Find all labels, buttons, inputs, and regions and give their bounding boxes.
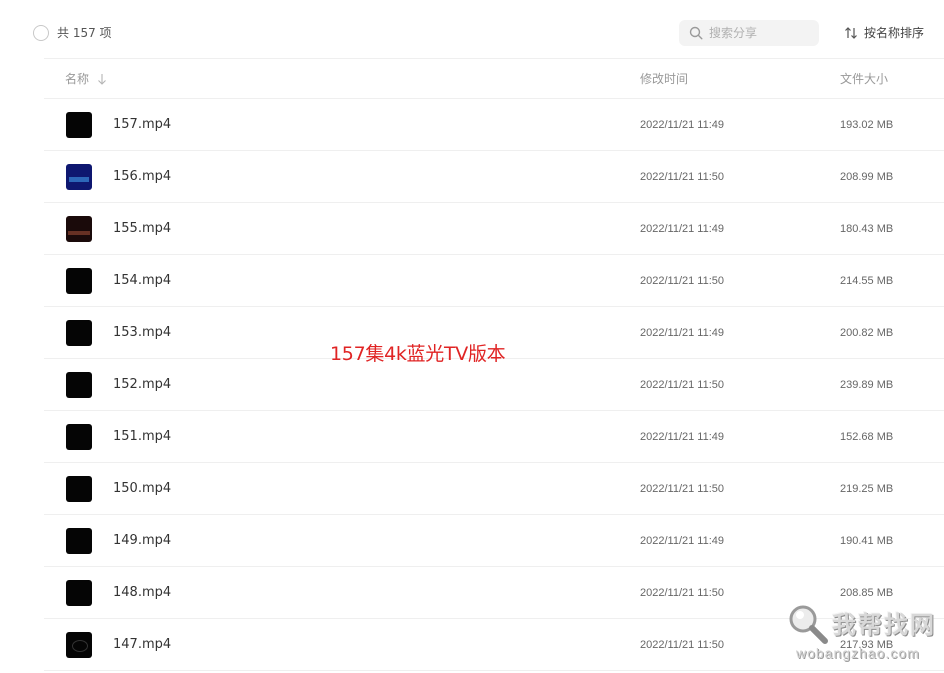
file-name[interactable]: 154.mp4 [113, 272, 171, 290]
video-thumbnail [66, 164, 92, 190]
file-modified: 2022/11/21 11:50 [640, 275, 725, 287]
file-name[interactable]: 147.mp4 [113, 636, 171, 654]
file-modified: 2022/11/21 11:50 [640, 639, 725, 651]
video-thumbnail [66, 268, 92, 294]
video-thumbnail [66, 372, 92, 398]
column-header-name[interactable]: 名称 [65, 71, 107, 87]
file-modified: 2022/11/21 11:49 [640, 327, 725, 339]
sort-label: 按名称排序 [864, 26, 925, 40]
search-input[interactable] [709, 20, 813, 46]
table-row[interactable]: 151.mp4 2022/11/21 11:49 152.68 MB [44, 411, 944, 463]
file-size: 152.68 MB [840, 431, 894, 443]
file-size: 219.25 MB [840, 483, 894, 495]
file-modified: 2022/11/21 11:49 [640, 223, 725, 235]
file-name[interactable]: 150.mp4 [113, 480, 171, 498]
file-name[interactable]: 152.mp4 [113, 376, 171, 394]
video-thumbnail [66, 320, 92, 346]
video-thumbnail [66, 112, 92, 138]
file-name[interactable]: 155.mp4 [113, 220, 171, 238]
table-row[interactable]: 156.mp4 2022/11/21 11:50 208.99 MB [44, 151, 944, 203]
table-row[interactable]: 149.mp4 2022/11/21 11:49 190.41 MB [44, 515, 944, 567]
toolbar: 共 157 项 按名称排序 [0, 0, 944, 58]
file-list: 157.mp4 2022/11/21 11:49 193.02 MB 156.m… [44, 99, 944, 671]
item-count: 共 157 项 [57, 26, 112, 40]
video-thumbnail [66, 632, 92, 658]
file-name[interactable]: 157.mp4 [113, 116, 171, 134]
select-all-checkbox[interactable] [33, 25, 49, 41]
file-modified: 2022/11/21 11:50 [640, 171, 725, 183]
column-header-modified[interactable]: 修改时间 [640, 71, 688, 87]
file-name[interactable]: 153.mp4 [113, 324, 171, 342]
video-thumbnail [66, 424, 92, 450]
file-size: 214.55 MB [840, 275, 894, 287]
file-modified: 2022/11/21 11:49 [640, 535, 725, 547]
file-size: 200.82 MB [840, 327, 894, 339]
sort-icon [845, 27, 857, 39]
file-size: 193.02 MB [840, 119, 894, 131]
table-header: 名称 修改时间 文件大小 [44, 59, 944, 99]
file-name[interactable]: 149.mp4 [113, 532, 171, 550]
file-size: 208.99 MB [840, 171, 894, 183]
arrow-down-icon [98, 74, 106, 85]
video-thumbnail [66, 476, 92, 502]
video-thumbnail [66, 528, 92, 554]
table-row[interactable]: 155.mp4 2022/11/21 11:49 180.43 MB [44, 203, 944, 255]
file-size: 239.89 MB [840, 379, 894, 391]
file-modified: 2022/11/21 11:49 [640, 431, 725, 443]
file-modified: 2022/11/21 11:50 [640, 587, 725, 599]
file-name[interactable]: 156.mp4 [113, 168, 171, 186]
file-modified: 2022/11/21 11:50 [640, 379, 725, 391]
file-size: 208.85 MB [840, 587, 894, 599]
video-thumbnail [66, 216, 92, 242]
search-icon [689, 26, 703, 40]
file-name[interactable]: 148.mp4 [113, 584, 171, 602]
file-modified: 2022/11/21 11:49 [640, 119, 725, 131]
file-size: 180.43 MB [840, 223, 894, 235]
table-row[interactable]: 154.mp4 2022/11/21 11:50 214.55 MB [44, 255, 944, 307]
table-row[interactable]: 147.mp4 2022/11/21 11:50 217.93 MB [44, 619, 944, 671]
table-row[interactable]: 148.mp4 2022/11/21 11:50 208.85 MB [44, 567, 944, 619]
file-size: 217.93 MB [840, 639, 894, 651]
file-name[interactable]: 151.mp4 [113, 428, 171, 446]
overlay-caption: 157集4k蓝光TV版本 [330, 343, 506, 365]
column-header-size[interactable]: 文件大小 [840, 71, 888, 87]
video-thumbnail [66, 580, 92, 606]
file-size: 190.41 MB [840, 535, 894, 547]
column-name-label: 名称 [65, 72, 90, 86]
table-row[interactable]: 150.mp4 2022/11/21 11:50 219.25 MB [44, 463, 944, 515]
file-modified: 2022/11/21 11:50 [640, 483, 725, 495]
sort-by-name-button[interactable]: 按名称排序 [844, 24, 924, 42]
table-row[interactable]: 157.mp4 2022/11/21 11:49 193.02 MB [44, 99, 944, 151]
search-box[interactable] [679, 20, 819, 46]
